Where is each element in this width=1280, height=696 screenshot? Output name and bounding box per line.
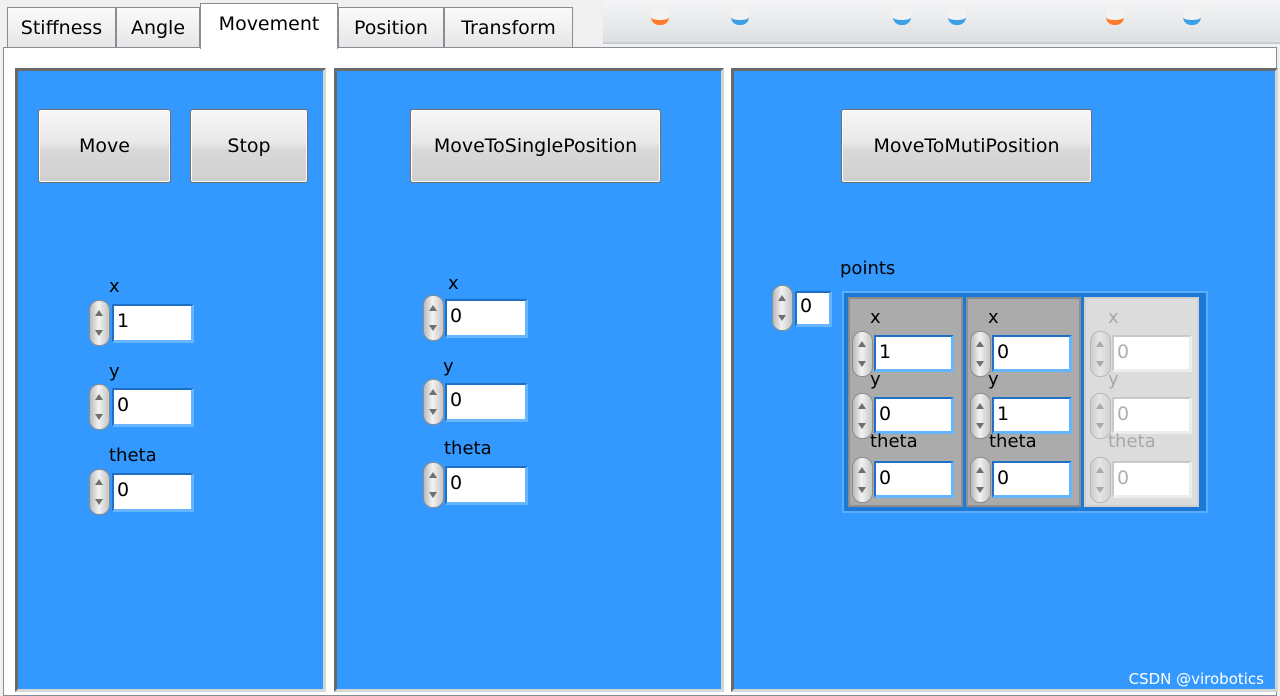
x-input[interactable]: 1 (874, 335, 954, 372)
points-label: points (840, 258, 896, 279)
x-spinner-icon[interactable] (423, 295, 444, 341)
array-index-input[interactable]: 0 (795, 291, 832, 327)
move-panel: Move Stop x 1 y 0 theta 0 (15, 68, 326, 692)
y-input[interactable]: 0 (874, 397, 954, 434)
tab-position[interactable]: Position (338, 7, 444, 47)
x-input[interactable]: 0 (992, 335, 1072, 372)
y-label: y (109, 361, 120, 382)
tab-transform[interactable]: Transform (444, 7, 573, 47)
move-to-single-position-button[interactable]: MoveToSinglePosition (410, 109, 661, 183)
x-label: x (109, 276, 120, 297)
x-input: 0 (1112, 335, 1192, 372)
y-spinner-icon[interactable] (89, 384, 110, 430)
x-spinner-icon[interactable] (89, 300, 110, 346)
theta-spinner-icon[interactable] (852, 457, 873, 503)
index-spinner-icon[interactable] (772, 285, 793, 331)
y-input[interactable]: 1 (992, 397, 1072, 434)
x-label: x (1108, 307, 1119, 328)
theta-spinner-icon (1090, 457, 1111, 503)
theta-spinner-icon[interactable] (423, 462, 444, 508)
theta-label: theta (444, 438, 492, 459)
move-to-muti-position-button[interactable]: MoveToMutiPosition (841, 109, 1092, 183)
single-position-panel: MoveToSinglePosition x 0 y 0 theta 0 (334, 68, 724, 692)
theta-input[interactable]: 0 (445, 466, 528, 505)
x-input[interactable]: 0 (445, 299, 528, 338)
y-label: y (443, 356, 454, 377)
theta-spinner-icon[interactable] (89, 469, 110, 515)
x-label: x (988, 307, 999, 328)
y-input[interactable]: 0 (112, 388, 194, 427)
y-spinner-icon[interactable] (423, 379, 444, 425)
robot-banner-image (603, 0, 1280, 44)
y-label: y (988, 369, 999, 390)
theta-spinner-icon[interactable] (970, 457, 991, 503)
y-input: 0 (1112, 397, 1192, 434)
tab-angle[interactable]: Angle (116, 7, 200, 47)
theta-input[interactable]: 0 (112, 473, 194, 512)
y-label: y (1108, 369, 1119, 390)
tab-bar: Stiffness Angle Movement Position Transf… (0, 0, 1280, 50)
y-spinner-icon[interactable] (970, 393, 991, 439)
watermark: CSDN @virobotics (1128, 670, 1264, 688)
theta-label: theta (870, 431, 918, 452)
y-label: y (870, 369, 881, 390)
theta-label: theta (109, 445, 157, 466)
theta-input[interactable]: 0 (874, 461, 954, 498)
x-label: x (448, 273, 459, 294)
tab-movement[interactable]: Movement (200, 3, 338, 49)
x-input[interactable]: 1 (112, 304, 194, 343)
theta-label: theta (989, 431, 1037, 452)
stop-button[interactable]: Stop (190, 109, 308, 183)
x-label: x (870, 307, 881, 328)
move-button[interactable]: Move (38, 109, 171, 183)
theta-label: theta (1108, 431, 1156, 452)
theta-input: 0 (1112, 461, 1192, 498)
theta-input[interactable]: 0 (992, 461, 1072, 498)
y-input[interactable]: 0 (445, 383, 528, 422)
tab-stiffness[interactable]: Stiffness (7, 7, 116, 47)
